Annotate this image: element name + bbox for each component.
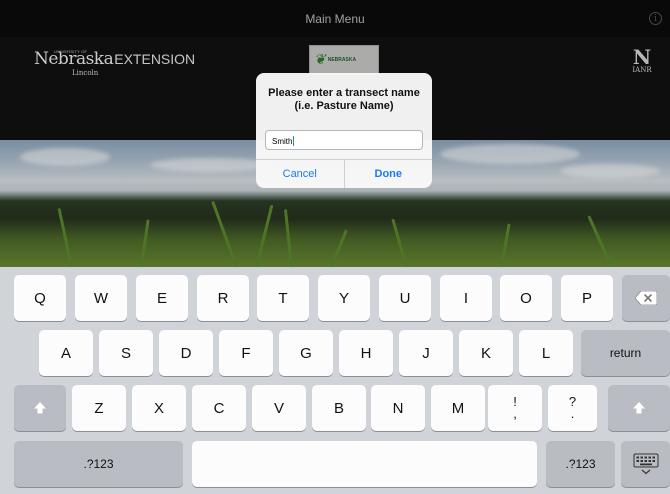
shift-key-right[interactable]	[608, 385, 670, 431]
onscreen-keyboard: Q W E R T Y U I O P A S D F G H J K L re…	[0, 267, 670, 494]
key-f[interactable]: F	[219, 330, 273, 376]
key-n[interactable]: N	[371, 385, 425, 431]
numbers-key-left[interactable]: .?123	[14, 441, 183, 487]
shift-icon	[34, 402, 46, 414]
key-o[interactable]: O	[500, 275, 552, 321]
key-i[interactable]: I	[440, 275, 492, 321]
key-e[interactable]: E	[136, 275, 188, 321]
input-value: Smith	[272, 137, 293, 146]
key-t[interactable]: T	[257, 275, 309, 321]
key-p[interactable]: P	[561, 275, 613, 321]
key-m[interactable]: M	[431, 385, 485, 431]
key-a[interactable]: A	[39, 330, 93, 376]
key-l[interactable]: L	[519, 330, 573, 376]
delete-key[interactable]	[622, 275, 670, 321]
key-r[interactable]: R	[197, 275, 249, 321]
done-button[interactable]: Done	[343, 160, 433, 188]
hide-keyboard-key[interactable]	[621, 441, 670, 487]
alert-title-line2: (i.e. Pasture Name)	[294, 100, 394, 112]
key-y[interactable]: Y	[318, 275, 370, 321]
key-b[interactable]: B	[312, 385, 366, 431]
cancel-button[interactable]: Cancel	[256, 160, 344, 188]
key-c[interactable]: C	[192, 385, 246, 431]
text-cursor	[293, 136, 295, 146]
key-g[interactable]: G	[279, 330, 333, 376]
delete-icon	[635, 291, 657, 305]
key-z[interactable]: Z	[72, 385, 126, 431]
key-q[interactable]: Q	[14, 275, 66, 321]
numbers-key-right[interactable]: .?123	[546, 441, 615, 487]
key-exclamation-comma[interactable]: ! ,	[488, 385, 542, 431]
space-bar[interactable]	[192, 441, 537, 487]
key-h[interactable]: H	[339, 330, 393, 376]
key-w[interactable]: W	[75, 275, 127, 321]
hide-keyboard-icon	[633, 453, 658, 475]
key-comma-label: ,	[513, 406, 517, 421]
key-question-period[interactable]: ? .	[548, 385, 597, 431]
alert-buttons: Cancel Done	[256, 159, 432, 188]
transect-name-input[interactable]: Smith	[265, 130, 423, 150]
key-j[interactable]: J	[399, 330, 453, 376]
key-d[interactable]: D	[159, 330, 213, 376]
key-v[interactable]: V	[252, 385, 306, 431]
return-key[interactable]: return	[581, 330, 670, 376]
shift-key-left[interactable]	[14, 385, 66, 431]
key-u[interactable]: U	[379, 275, 431, 321]
key-period-label: .	[570, 406, 575, 421]
key-k[interactable]: K	[459, 330, 513, 376]
alert-title: Please enter a transect name (i.e. Pastu…	[256, 87, 432, 113]
key-x[interactable]: X	[132, 385, 186, 431]
alert-title-line1: Please enter a transect name	[268, 87, 420, 99]
key-s[interactable]: S	[99, 330, 153, 376]
shift-icon	[633, 402, 645, 414]
transect-name-alert: Please enter a transect name (i.e. Pastu…	[256, 73, 432, 188]
